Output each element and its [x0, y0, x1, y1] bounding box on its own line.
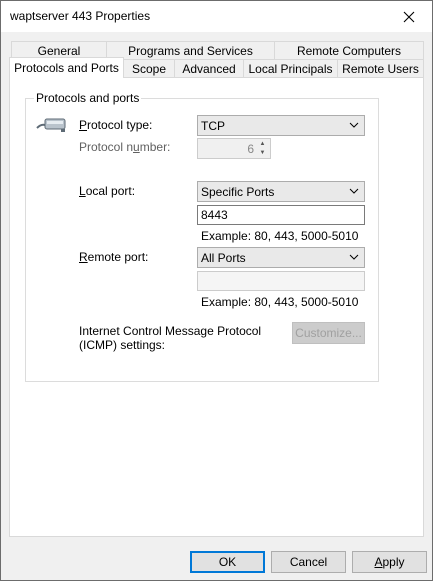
icmp-settings-label: Internet Control Message Protocol (ICMP)… — [79, 324, 261, 352]
label-part: P — [79, 118, 88, 132]
label-part: rotocol type: — [87, 118, 153, 132]
button-label: Customize... — [295, 326, 362, 340]
chevron-down-icon — [349, 254, 359, 260]
chevron-down-icon — [349, 122, 359, 128]
tab-local-principals[interactable]: Local Principals — [243, 59, 338, 77]
local-port-example: Example: 80, 443, 5000-5010 — [201, 229, 359, 243]
group-title: Protocols and ports — [34, 91, 142, 105]
button-label: OK — [218, 555, 237, 569]
tab-remote-computers[interactable]: Remote Computers — [274, 41, 424, 59]
close-button[interactable] — [386, 1, 432, 32]
tab-label: Advanced — [182, 61, 236, 76]
select-value: Specific Ports — [201, 184, 275, 199]
tab-label: Remote Computers — [296, 43, 402, 58]
tab-scope[interactable]: Scope — [123, 59, 175, 77]
button-label: Cancel — [289, 555, 328, 569]
stepper-down-icon[interactable]: ▼ — [256, 149, 269, 158]
close-icon — [403, 11, 415, 22]
tab-protocols-and-ports[interactable]: Protocols and Ports — [9, 57, 124, 78]
protocol-type-label: Protocol type: — [79, 118, 152, 132]
protocol-number-value: 6 — [247, 142, 254, 156]
protocol-type-select[interactable]: TCP — [197, 115, 365, 136]
local-port-input[interactable]: 8443 — [197, 205, 365, 225]
label-part: emote port: — [87, 250, 149, 264]
remote-port-select[interactable]: All Ports — [197, 247, 365, 268]
tab-programs-and-services[interactable]: Programs and Services — [106, 41, 275, 59]
remote-port-label: Remote port: — [79, 250, 148, 264]
tab-label: General — [37, 43, 81, 58]
window-title: waptserver 443 Properties — [10, 9, 151, 23]
label-part: R — [79, 250, 88, 264]
button-label: A — [374, 555, 383, 569]
stepper-buttons: ▲ ▼ — [256, 140, 269, 157]
icmp-line: (ICMP) settings: — [79, 338, 166, 352]
label-part: mber: — [139, 140, 171, 154]
remote-port-input[interactable] — [197, 271, 365, 291]
label-part: L — [79, 184, 86, 198]
local-port-select[interactable]: Specific Ports — [197, 181, 365, 202]
label-part: ocal port: — [85, 184, 136, 198]
customize-button[interactable]: Customize... — [292, 322, 365, 344]
cancel-button[interactable]: Cancel — [271, 551, 346, 573]
protocol-number-stepper[interactable]: 6 ▲ ▼ — [197, 138, 271, 159]
select-value: All Ports — [201, 250, 246, 265]
chevron-down-icon — [349, 188, 359, 194]
select-value: TCP — [201, 118, 225, 133]
label-part: Protocol n — [79, 140, 134, 154]
tab-advanced[interactable]: Advanced — [174, 59, 244, 77]
title-bar: waptserver 443 Properties — [1, 1, 432, 32]
tab-label: Remote Users — [342, 61, 419, 76]
tab-label: Protocols and Ports — [14, 61, 119, 75]
remote-port-example: Example: 80, 443, 5000-5010 — [201, 295, 359, 309]
stepper-up-icon[interactable]: ▲ — [256, 140, 269, 149]
label-part: u — [133, 140, 140, 154]
tab-label: Local Principals — [248, 61, 333, 76]
properties-dialog: waptserver 443 Properties General Progra… — [0, 0, 433, 581]
protocol-number-label: Protocol number: — [79, 140, 170, 154]
apply-button[interactable]: Apply — [352, 551, 427, 573]
icmp-line: Internet Control Message Protocol — [79, 324, 262, 338]
tab-label: Scope — [131, 61, 167, 76]
button-label: pply — [382, 555, 405, 569]
network-cable-icon — [36, 118, 66, 132]
tab-label: Programs and Services — [128, 43, 253, 58]
protocols-tab-panel: Protocols and ports Protocol type: TCP P… — [9, 77, 424, 537]
tab-remote-users[interactable]: Remote Users — [337, 59, 424, 77]
ok-button[interactable]: OK — [190, 551, 265, 573]
local-port-label: Local port: — [79, 184, 135, 198]
input-value: 8443 — [201, 208, 228, 222]
